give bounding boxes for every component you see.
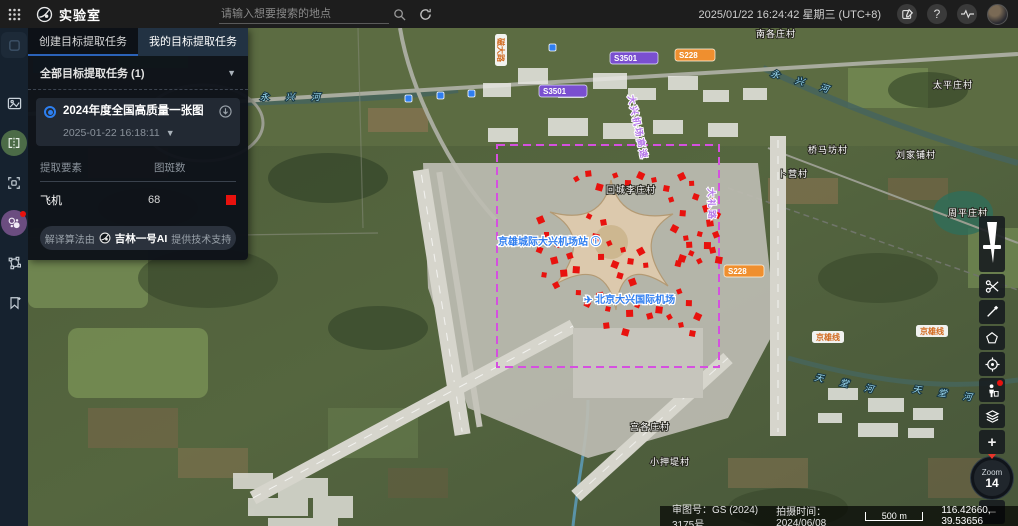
datetime-label: 2025/01/22 16:24:42 星期三 (UTC+8) [698,6,881,22]
top-bar: 实验室 2025/01/22 16:24:42 星期三 (UTC+8) [0,0,1018,28]
task-card[interactable]: 2024年度全国高质量一张图 2025-01-22 16:18:11 ▼ [36,98,240,146]
polygon-select-icon[interactable] [979,326,1005,350]
table-row[interactable]: 飞机 68 [40,182,236,216]
svg-text:永 兴 河: 永 兴 河 [260,92,327,102]
col-count-header: 图斑数 [154,160,186,175]
zoom-level: 14 [985,477,998,489]
tab-my-tasks[interactable]: 我的目标提取任务 [138,28,248,56]
help-icon[interactable]: ? [927,4,947,24]
element-name: 飞机 [40,192,62,208]
svg-text:南各庄村: 南各庄村 [756,28,796,39]
svg-text:京雄线: 京雄线 [816,332,840,342]
task-tabs: 创建目标提取任务 我的目标提取任务 [28,28,248,56]
svg-text:小押堤村: 小押堤村 [650,456,690,467]
search-input[interactable] [219,5,389,24]
jilin1-logo-icon [36,6,53,23]
capture-date: 拍摄时间：2024/06/08 [776,503,847,526]
download-icon[interactable] [219,105,232,123]
element-count: 68 [148,194,160,206]
locate-icon[interactable] [979,352,1005,376]
bookmark-add-icon[interactable] [1,290,27,316]
compare-swipe-icon[interactable] [1,130,27,156]
brand: 实验室 [36,5,101,24]
svg-text:京雄线: 京雄线 [920,326,944,336]
status-bar: 审图号：GS (2024) 3175号 拍摄时间：2024/06/08 500 … [660,506,1018,526]
ai-detect-icon[interactable] [1,210,27,236]
task-expand-icon[interactable]: ▼ [166,128,175,138]
map-approval-number: 审图号：GS (2024) 3175号 [672,501,758,526]
svg-text:刘家铺村: 刘家铺村 [896,149,936,160]
streetview-icon[interactable] [979,378,1005,402]
streetview-badge [997,380,1003,386]
left-rail [0,28,28,526]
svg-text:S228: S228 [679,51,698,60]
apps-menu-icon[interactable] [0,0,28,28]
ai-credit-brand: 吉林一号AI [115,231,168,246]
search-icon[interactable] [389,4,409,24]
svg-text:回城李庄村: 回城李庄村 [606,184,656,195]
task-radio[interactable] [44,106,56,118]
task-timestamp: 2025-01-22 16:18:11 [63,127,160,139]
svg-text:S3501: S3501 [543,87,567,96]
chevron-down-icon[interactable]: ▼ [227,68,236,78]
workspace-icon[interactable] [1,32,27,58]
svg-text:磁大路: 磁大路 [496,38,506,63]
svg-text:桥马坊村: 桥马坊村 [808,144,848,155]
scale-bar: 500 m [865,512,923,521]
layers-icon[interactable] [979,404,1005,428]
svg-text:大礼路: 大礼路 [706,188,718,221]
zoom-dial[interactable]: Zoom 14 [971,457,1013,499]
target-extract-icon[interactable] [1,170,27,196]
col-element-header: 提取要素 [40,160,82,175]
ai-credit-pill[interactable]: 解译算法由 吉林一号AI 提供技术支持 [40,226,236,250]
imagery-icon[interactable] [1,90,27,116]
svg-text:京雄城际大兴机场站 ⓘ: 京雄城际大兴机场站 ⓘ [498,235,601,248]
svg-text:宫各庄村: 宫各庄村 [630,421,670,432]
jilin1-logo-icon [99,232,111,244]
polygon-tool-icon[interactable] [1,250,27,276]
app-window: S3501S3501S228S228大兴机场高速大礼路磁大路回城李庄村永 兴 河… [0,0,1018,526]
element-color-swatch [226,195,236,205]
map-toolbar: + Zoom 14 − [978,216,1006,526]
activity-icon[interactable] [957,4,977,24]
refresh-icon[interactable] [415,4,435,24]
svg-text:卜营村: 卜营村 [778,168,808,179]
task-filter-row[interactable]: 全部目标提取任务 (1) ▼ [28,56,248,90]
svg-text:S228: S228 [728,267,747,276]
clip-scissors-icon[interactable] [979,274,1005,298]
swipe-opacity-tool[interactable] [979,216,1005,272]
tab-create-task[interactable]: 创建目标提取任务 [28,28,138,56]
app-title: 实验室 [59,5,101,24]
notification-dot [20,211,26,217]
svg-text:✈ 北京大兴国际机场: ✈ 北京大兴国际机场 [584,293,675,306]
user-avatar[interactable] [987,4,1008,25]
svg-text:S3501: S3501 [614,54,638,63]
search-bar [219,4,435,24]
zoom-dial-indicator [988,454,996,459]
task-panel: 创建目标提取任务 我的目标提取任务 全部目标提取任务 (1) ▼ 2024年度全… [28,28,248,260]
task-title: 2024年度全国高质量一张图 [63,105,212,119]
cursor-coordinates: 116.42660, 39.53656 [941,505,1008,526]
feedback-icon[interactable] [897,4,917,24]
svg-text:太平庄村: 太平庄村 [933,79,973,90]
result-table: 提取要素 图斑数 飞机 68 [28,150,248,216]
ai-credit-prefix: 解译算法由 [45,231,95,246]
draw-pencil-icon[interactable] [979,300,1005,324]
ai-credit-suffix: 提供技术支持 [171,231,231,246]
task-filter-label: 全部目标提取任务 (1) [40,65,145,81]
zoom-in-button[interactable]: + [979,430,1005,454]
